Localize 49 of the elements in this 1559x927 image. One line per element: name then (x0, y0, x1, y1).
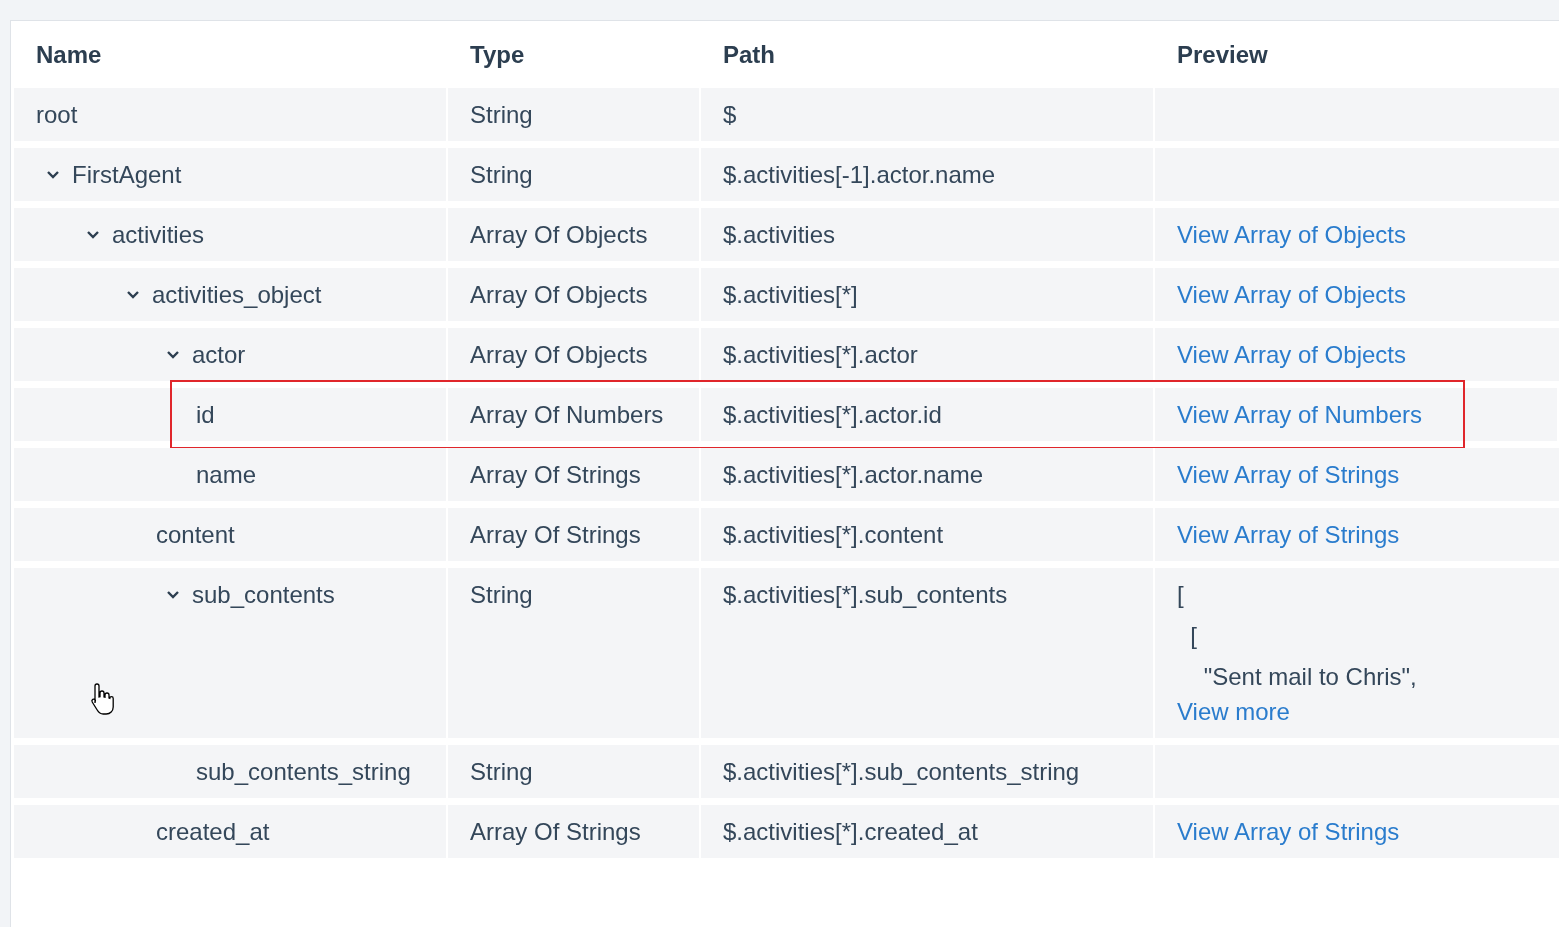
preview-text: [ (1177, 580, 1184, 610)
field-type: String (470, 580, 533, 609)
preview-link[interactable]: View Array of Strings (1177, 817, 1400, 846)
column-header: Path (722, 40, 776, 69)
column-header: Type (469, 40, 526, 69)
preview-text: "Sent mail to Chris", (1202, 662, 1417, 692)
json-path: $.activities[*].actor.id (723, 400, 942, 429)
json-path: $.activities[*].content (723, 520, 944, 549)
preview-text: [ (1189, 621, 1197, 651)
field-type: Array Of Objects (470, 340, 648, 369)
json-path: $.activities[*].sub_contents_string (723, 757, 1080, 786)
field-type: String (470, 757, 533, 786)
json-path: $.activities[-1].actor.name (723, 160, 996, 189)
field-name: id (196, 400, 215, 429)
field-name: activities_object (152, 280, 322, 309)
field-name: sub_contents (192, 580, 335, 609)
preview-link[interactable]: View Array of Objects (1177, 280, 1406, 309)
field-type: Array Of Numbers (470, 400, 664, 429)
preview-link[interactable]: View Array of Objects (1177, 340, 1406, 369)
field-type: String (470, 160, 533, 189)
field-name: name (196, 460, 257, 489)
field-type: Array Of Strings (470, 817, 641, 846)
field-name: created_at (156, 817, 270, 846)
field-type: Array Of Objects (470, 280, 648, 309)
preview-link[interactable]: View Array of Objects (1177, 220, 1406, 249)
json-path: $.activities (723, 220, 836, 249)
preview-link[interactable]: View more (1177, 697, 1290, 726)
field-name: activities (112, 220, 205, 249)
json-path: $.activities[*].actor.name (723, 460, 984, 489)
column-header: Name (35, 40, 103, 69)
field-name: content (156, 520, 235, 549)
field-name: FirstAgent (72, 160, 182, 189)
json-path: $ (723, 100, 737, 129)
field-type: String (470, 100, 533, 129)
json-path: $.activities[*].created_at (723, 817, 978, 846)
field-name: actor (192, 340, 246, 369)
preview-link[interactable]: View Array of Numbers (1177, 400, 1422, 429)
json-path: $.activities[*].actor (723, 340, 918, 369)
preview-link[interactable]: View Array of Strings (1177, 460, 1400, 489)
json-path: $.activities[*] (723, 280, 858, 309)
json-path: $.activities[*].sub_contents (723, 580, 1008, 609)
field-name: sub_contents_string (196, 757, 411, 786)
column-header: Preview (1176, 40, 1269, 69)
field-type: Array Of Strings (470, 460, 641, 489)
field-type: Array Of Objects (470, 220, 648, 249)
hand-cursor-icon (90, 682, 116, 716)
field-type: Array Of Strings (470, 520, 641, 549)
field-name: root (36, 100, 78, 129)
preview-link[interactable]: View Array of Strings (1177, 520, 1400, 549)
